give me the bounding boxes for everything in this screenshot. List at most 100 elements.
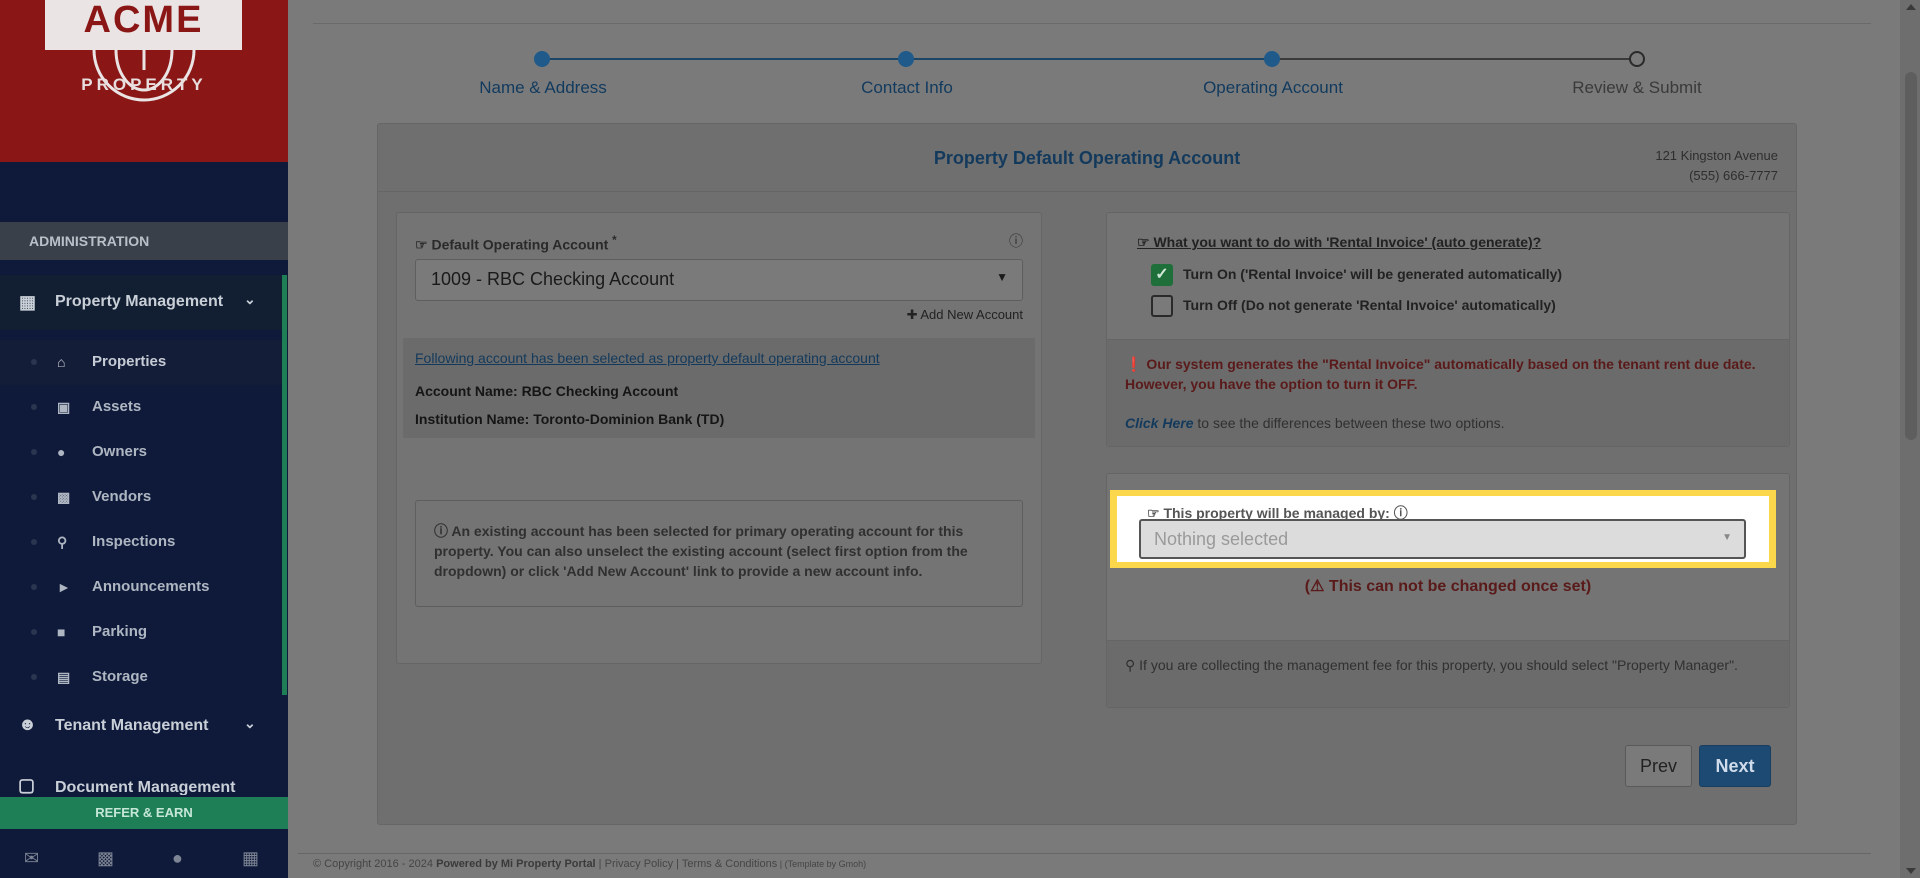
step-label-operating-account[interactable]: Operating Account [1153, 78, 1393, 98]
hand-pointer-icon: ☞ [415, 236, 428, 253]
existing-account-info-box: ⓘ An existing account has been selected … [415, 500, 1023, 607]
prev-button[interactable]: Prev [1625, 745, 1692, 787]
calculator-icon[interactable]: ▦ [242, 848, 259, 869]
tip-message: ⚲ If you are collecting the management f… [1125, 655, 1775, 675]
sidebar-item-announcements[interactable]: ► Announcements [0, 565, 282, 610]
step-label-name-address[interactable]: Name & Address [423, 78, 663, 98]
turn-on-label[interactable]: Turn On ('Rental Invoice' will be genera… [1183, 266, 1562, 282]
nav-label: Property Management [55, 293, 224, 310]
nav-tenant-management[interactable]: ☻ Tenant Management ⌄ [0, 700, 288, 750]
click-here-link[interactable]: Click Here [1125, 415, 1193, 431]
archive-icon: ▣ [57, 399, 71, 415]
selected-value: 1009 - RBC Checking Account [431, 269, 675, 289]
scroll-down-arrow[interactable] [1906, 868, 1916, 874]
admin-section-header: ADMINISTRATION [0, 222, 288, 260]
select-placeholder: Nothing selected [1154, 529, 1289, 549]
step-label-review-submit[interactable]: Review & Submit [1517, 78, 1757, 98]
click-here-rest: to see the differences between these two… [1193, 415, 1505, 431]
question-text: What you want to do with 'Rental Invoice… [1153, 234, 1542, 250]
refer-earn-button[interactable]: REFER & EARN [0, 797, 288, 829]
step-dot-contact-info[interactable] [898, 51, 914, 67]
sidebar-item-label: Assets [92, 398, 142, 415]
hand-pointer-icon: ☞ [1137, 234, 1150, 250]
scroll-thumb[interactable] [1905, 72, 1917, 440]
terms-link[interactable]: Terms & Conditions [682, 858, 777, 870]
briefcase-icon: ▩ [57, 489, 71, 505]
logo[interactable]: ACME PROPERTY [0, 0, 288, 162]
sidebar-item-label: Announcements [92, 578, 210, 595]
active-section-indicator [282, 275, 287, 695]
bullet [31, 584, 37, 590]
bullet [31, 674, 37, 680]
bullhorn-icon: ► [57, 579, 71, 595]
briefcase-icon[interactable]: ▩ [97, 848, 114, 869]
nav-label: Document Management [55, 779, 236, 795]
copyright: © Copyright 2016 - 2024 [313, 858, 437, 870]
chevron-down-icon: ⌄ [244, 715, 256, 731]
turn-off-checkbox[interactable] [1151, 295, 1173, 317]
bullet [31, 629, 37, 635]
add-new-label: Add New Account [920, 307, 1023, 322]
sidebar-item-assets[interactable]: ▣ Assets [0, 385, 282, 430]
logo-subtitle: PROPERTY [81, 75, 207, 94]
rental-invoice-notice: ❗ Our system generates the "Rental Invoi… [1107, 339, 1789, 446]
property-submenu: ⌂ Properties ▣ Assets ● Owners ▩ Vendors… [0, 340, 282, 700]
page-scrollbar[interactable] [1900, 0, 1920, 878]
sidebar-item-label: Parking [92, 623, 148, 640]
default-account-label: ☞ Default Operating Account * [415, 234, 617, 254]
next-button[interactable]: Next [1699, 745, 1771, 787]
account-name: Account Name: RBC Checking Account [415, 383, 679, 399]
selected-notice-link[interactable]: Following account has been selected as p… [415, 350, 880, 366]
rental-invoice-question: ☞ What you want to do with 'Rental Invoi… [1137, 234, 1541, 251]
footer: © Copyright 2016 - 2024 Powered by Mi Pr… [313, 858, 866, 870]
field-label: Default Operating Account [431, 236, 609, 253]
sidebar-item-properties[interactable]: ⌂ Properties [0, 340, 282, 385]
turn-off-label[interactable]: Turn Off (Do not generate 'Rental Invoic… [1183, 297, 1556, 313]
bullet [31, 404, 37, 410]
info-message: ⓘ An existing account has been selected … [434, 521, 1014, 581]
institution-name: Institution Name: Toronto-Dominion Bank … [415, 411, 725, 427]
chevron-down-icon: ⌄ [244, 291, 256, 307]
bullet [31, 449, 37, 455]
sidebar-item-label: Vendors [92, 488, 152, 505]
envelope-icon[interactable]: ✉ [24, 848, 39, 869]
phone-line: (555) 666-7777 [1689, 168, 1778, 183]
info-icon[interactable]: ⓘ [1009, 231, 1023, 251]
bullet [31, 494, 37, 500]
property-address: 121 Kingston Avenue (555) 666-7777 [1655, 146, 1778, 186]
sidebar-item-parking[interactable]: ■ Parking [0, 610, 282, 655]
sidebar-item-owners[interactable]: ● Owners [0, 430, 282, 475]
sidebar-item-vendors[interactable]: ▩ Vendors [0, 475, 282, 520]
sidebar-item-label: Owners [92, 443, 148, 460]
privacy-policy-link[interactable]: Privacy Policy [605, 858, 673, 870]
document-icon: ▢ [18, 775, 36, 795]
sidebar-item-label: Properties [92, 353, 167, 370]
nav-property-management[interactable]: ▦ Property Management ⌄ [0, 275, 288, 330]
scroll-up-arrow[interactable] [1906, 4, 1916, 10]
caret-down-icon: ▼ [1722, 532, 1732, 543]
sidebar-item-label: Storage [92, 668, 148, 685]
nav-document-management[interactable]: ▢ Document Management [0, 773, 288, 795]
divider [313, 23, 1871, 24]
step-dot-review-submit[interactable] [1629, 51, 1645, 67]
turn-on-checkbox[interactable]: ✓ [1151, 264, 1173, 286]
basket-icon: ▤ [57, 669, 71, 685]
default-account-select[interactable]: 1009 - RBC Checking Account ▼ [415, 259, 1023, 301]
step-label-contact-info[interactable]: Contact Info [787, 78, 1027, 98]
template-credit: | (Template by Gmoh) [777, 859, 867, 869]
managed-by-select[interactable]: Nothing selected ▼ [1139, 519, 1746, 559]
main-content: Name & Address Contact Info Operating Ac… [288, 0, 1920, 878]
separator: | [673, 858, 682, 870]
globe-icon [92, 49, 196, 102]
step-dot-operating-account[interactable] [1264, 51, 1280, 67]
tip-text: If you are collecting the management fee… [1139, 657, 1738, 673]
sidebar-item-storage[interactable]: ▤ Storage [0, 655, 282, 700]
powered-by-link[interactable]: Powered by Mi Property Portal [436, 858, 596, 870]
add-new-account-link[interactable]: ✚ Add New Account [907, 307, 1023, 323]
warning-text: This can not be changed once set) [1328, 578, 1592, 595]
step-dot-name-address[interactable] [534, 51, 550, 67]
separator: | [595, 858, 605, 870]
user-icon[interactable]: ● [172, 848, 183, 869]
sidebar-item-inspections[interactable]: ⚲ Inspections [0, 520, 282, 565]
caret-down-icon: ▼ [996, 270, 1008, 284]
